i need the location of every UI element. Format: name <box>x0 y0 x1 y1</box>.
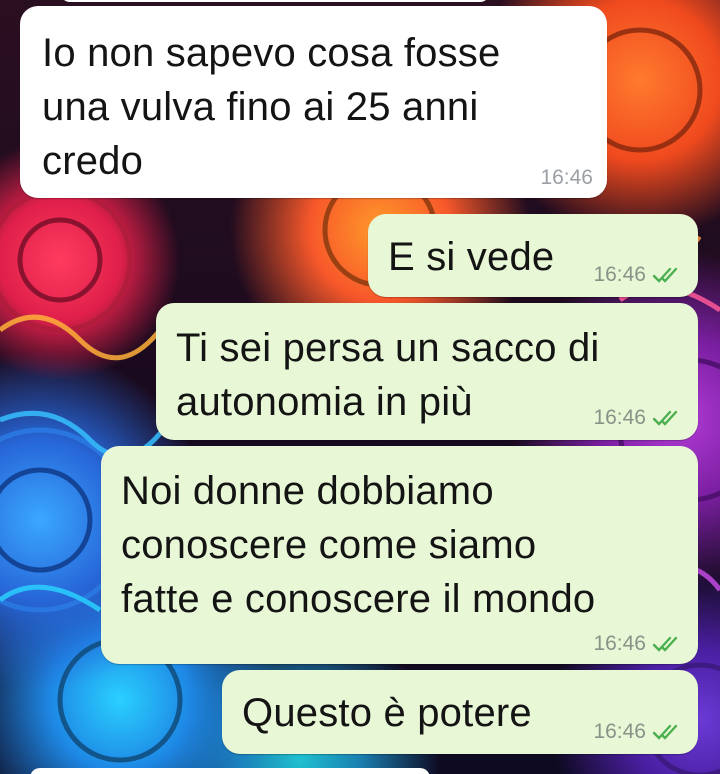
previous-message-edge <box>60 0 490 2</box>
message-text: Questo è potere <box>242 691 532 735</box>
message-text: E si vede <box>388 235 555 279</box>
message-text: Io non sapevo cosa fosse una vulva fino … <box>42 31 501 183</box>
message-text: Noi donne dobbiamo conoscere come siamo … <box>121 469 596 621</box>
message-meta: 16:46 <box>593 406 684 430</box>
message-time: 16:46 <box>593 263 646 286</box>
read-ticks-icon <box>652 267 678 283</box>
message-time: 16:46 <box>593 406 646 429</box>
read-ticks-icon <box>652 636 678 652</box>
message-meta: 16:46 <box>593 720 684 744</box>
outgoing-message[interactable]: Ti sei persa un sacco di autonomia in pi… <box>156 303 698 440</box>
outgoing-message[interactable]: E si vede 16:46 <box>368 214 698 297</box>
message-text: Ti sei persa un sacco di autonomia in pi… <box>176 326 600 424</box>
message-meta: 16:46 <box>593 632 684 656</box>
message-time: 16:46 <box>593 720 646 743</box>
message-time: 16:46 <box>540 166 593 189</box>
read-ticks-icon <box>652 410 678 426</box>
message-meta: 16:46 <box>593 263 684 287</box>
next-message-edge <box>30 768 430 774</box>
outgoing-message[interactable]: Noi donne dobbiamo conoscere come siamo … <box>101 446 698 664</box>
read-ticks-icon <box>652 724 678 740</box>
incoming-message[interactable]: Io non sapevo cosa fosse una vulva fino … <box>20 6 607 198</box>
message-meta: 16:46 <box>540 166 593 190</box>
outgoing-message[interactable]: Questo è potere 16:46 <box>222 670 698 754</box>
message-time: 16:46 <box>593 632 646 655</box>
